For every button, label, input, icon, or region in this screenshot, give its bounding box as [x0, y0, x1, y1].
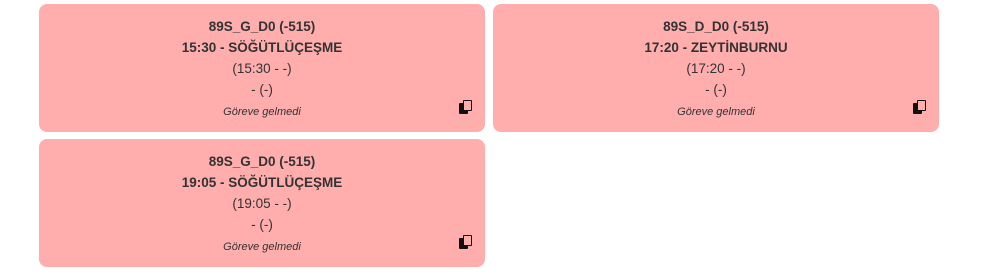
trip-card-grid: 89S_G_D0 (-515) 15:30 - SÖĞÜTLÜÇEŞME (15… — [39, 4, 939, 267]
extra-info: - (-) — [251, 82, 273, 97]
trip-status: Göreve gelmedi — [677, 106, 755, 118]
copy-icon[interactable] — [459, 100, 472, 114]
departure-time-stop: 17:20 - ZEYTİNBURNU — [644, 40, 788, 55]
trip-status: Göreve gelmedi — [223, 106, 301, 118]
copy-icon[interactable] — [913, 100, 926, 114]
route-code: 89S_D_D0 (-515) — [663, 19, 769, 34]
trip-card: 89S_D_D0 (-515) 17:20 - ZEYTİNBURNU (17:… — [493, 4, 939, 132]
actual-times: (17:20 - -) — [686, 61, 746, 76]
trip-card: 89S_G_D0 (-515) 19:05 - SÖĞÜTLÜÇEŞME (19… — [39, 139, 485, 267]
extra-info: - (-) — [251, 217, 273, 232]
route-code: 89S_G_D0 (-515) — [208, 154, 316, 169]
departure-time-stop: 19:05 - SÖĞÜTLÜÇEŞME — [181, 175, 343, 190]
departure-time-stop: 15:30 - SÖĞÜTLÜÇEŞME — [181, 40, 343, 55]
trip-card: 89S_G_D0 (-515) 15:30 - SÖĞÜTLÜÇEŞME (15… — [39, 4, 485, 132]
actual-times: (15:30 - -) — [232, 61, 292, 76]
extra-info: - (-) — [705, 82, 727, 97]
trip-status: Göreve gelmedi — [223, 241, 301, 253]
route-code: 89S_G_D0 (-515) — [208, 19, 316, 34]
actual-times: (19:05 - -) — [232, 196, 292, 211]
copy-icon[interactable] — [459, 235, 472, 249]
